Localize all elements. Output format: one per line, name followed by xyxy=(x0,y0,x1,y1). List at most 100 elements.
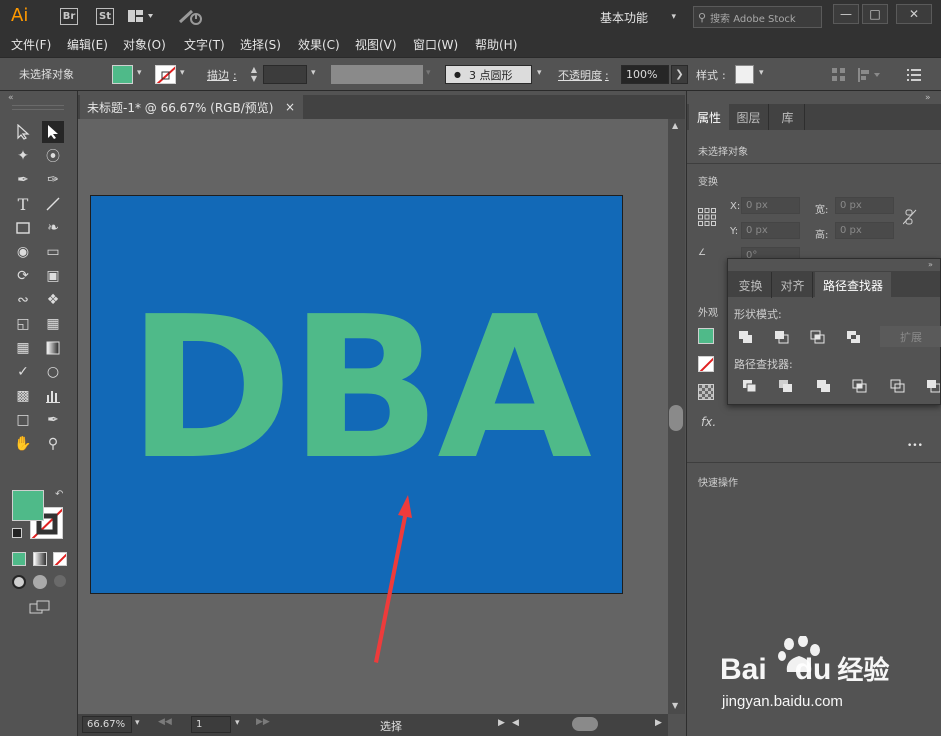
first-artboard-icon[interactable]: ◀◀ xyxy=(158,717,172,727)
draw-behind-icon[interactable] xyxy=(33,575,47,589)
rectangle-tool-icon[interactable] xyxy=(12,217,34,239)
opacity-label[interactable]: 不透明度: xyxy=(558,67,609,83)
puppet-warp-tool-icon[interactable]: ❖ xyxy=(42,289,64,311)
default-colors-icon[interactable] xyxy=(12,528,22,538)
menu-edit[interactable]: 编辑(E) xyxy=(67,36,108,54)
none-mode-button[interactable] xyxy=(53,552,67,566)
eyedropper-tool-icon[interactable]: ✓ xyxy=(12,361,34,383)
menu-object[interactable]: 对象(O) xyxy=(123,36,166,54)
menu-window[interactable]: 窗口(W) xyxy=(413,36,458,54)
menu-view[interactable]: 视图(V) xyxy=(355,36,397,54)
lasso-tool-icon[interactable]: ⦿ xyxy=(42,145,64,167)
appearance-stroke-swatch[interactable] xyxy=(698,356,714,372)
close-window-button[interactable]: ✕ xyxy=(896,4,932,24)
symbol-sprayer-tool-icon[interactable]: ▩ xyxy=(12,385,34,407)
scroll-left-icon[interactable]: ◀ xyxy=(512,718,519,728)
type-tool-icon[interactable]: T xyxy=(12,193,34,215)
panel-collapse-icon[interactable]: » xyxy=(925,93,931,103)
arrange-documents-icon[interactable] xyxy=(128,9,158,25)
fill-swatch[interactable] xyxy=(112,65,133,84)
menu-effect[interactable]: 效果(C) xyxy=(298,36,340,54)
horizontal-scroll-thumb[interactable] xyxy=(572,717,598,731)
artboard[interactable]: DBA xyxy=(90,195,623,594)
zoom-tool-icon[interactable]: ⚲ xyxy=(42,433,64,455)
fill-color-box-front[interactable] xyxy=(12,490,44,521)
gpu-performance-icon[interactable] xyxy=(178,8,204,26)
tab-libraries[interactable]: 库 xyxy=(771,104,805,130)
status-menu-icon[interactable]: ▶ xyxy=(498,718,505,728)
artboard-text-dba[interactable]: DBA xyxy=(91,289,622,489)
width-input[interactable]: 0 px xyxy=(835,197,894,214)
blend-tool-icon[interactable]: ○ xyxy=(42,361,64,383)
constrain-proportions-icon[interactable] xyxy=(902,209,917,225)
document-tab[interactable]: 未标题-1* @ 66.67% (RGB/预览) × xyxy=(80,95,303,119)
opacity-expand-button[interactable]: ❯ xyxy=(671,65,688,84)
height-input[interactable]: 0 px xyxy=(835,222,894,239)
scroll-down-icon[interactable]: ▼ xyxy=(672,701,678,710)
tab-pathfinder[interactable]: 路径查找器 xyxy=(815,272,891,298)
tab-layers[interactable]: 图层 xyxy=(729,104,769,130)
opacity-input[interactable]: 100% xyxy=(621,65,669,84)
paintbrush-tool-icon[interactable]: ❧ xyxy=(42,217,64,239)
more-options-icon[interactable]: ••• xyxy=(907,441,923,451)
reference-point-icon[interactable] xyxy=(698,208,716,226)
profile-dropdown-icon[interactable]: ▾ xyxy=(426,68,431,78)
stock-button[interactable]: St xyxy=(96,8,114,25)
minus-back-icon[interactable] xyxy=(926,379,940,393)
stock-search-input[interactable]: ⚲ 搜索 Adobe Stock xyxy=(693,6,822,28)
menu-file[interactable]: 文件(F) xyxy=(11,36,51,54)
maximize-button[interactable]: □ xyxy=(862,4,888,24)
appearance-opacity-icon[interactable] xyxy=(698,384,714,400)
width-tool-icon[interactable]: ∾ xyxy=(12,289,34,311)
trim-icon[interactable] xyxy=(778,379,794,393)
workspace-switcher[interactable]: 基本功能 ▾ xyxy=(600,8,676,26)
zoom-level-input[interactable]: 66.67% xyxy=(82,716,132,733)
scroll-up-icon[interactable]: ▲ xyxy=(672,121,678,130)
brush-definition-select[interactable]: ● 3 点圆形 xyxy=(445,65,532,84)
screen-mode-icon[interactable] xyxy=(29,600,51,614)
crop-icon[interactable] xyxy=(852,379,868,393)
zoom-dropdown-icon[interactable]: ▾ xyxy=(135,718,140,728)
x-input[interactable]: 0 px xyxy=(741,197,800,214)
align-options-icon[interactable] xyxy=(858,68,888,82)
menu-select[interactable]: 选择(S) xyxy=(240,36,281,54)
stroke-swatch[interactable] xyxy=(155,65,176,84)
scale-tool-icon[interactable]: ▣ xyxy=(42,265,64,287)
tab-properties[interactable]: 属性 xyxy=(689,104,729,130)
brush-dropdown-icon[interactable]: ▾ xyxy=(537,68,542,78)
variable-width-profile[interactable] xyxy=(331,65,423,84)
free-transform-tool-icon[interactable]: ◱ xyxy=(12,313,34,335)
artboard-dropdown-icon[interactable]: ▾ xyxy=(235,718,240,728)
tab-align[interactable]: 对齐 xyxy=(773,272,813,298)
color-mode-button[interactable] xyxy=(12,552,26,566)
slice-tool-icon[interactable]: ✒ xyxy=(42,409,64,431)
graphic-style-swatch[interactable] xyxy=(735,65,754,84)
fill-dropdown-icon[interactable]: ▾ xyxy=(137,68,142,78)
magic-wand-tool-icon[interactable]: ✦ xyxy=(12,145,34,167)
intersect-icon[interactable] xyxy=(810,330,826,344)
gradient-mode-button[interactable] xyxy=(33,552,47,566)
artboard-tool-icon[interactable]: □ xyxy=(12,409,34,431)
direct-selection-tool-icon[interactable] xyxy=(42,121,64,143)
fx-icon[interactable]: fx. xyxy=(701,415,716,429)
scroll-right-icon[interactable]: ▶ xyxy=(655,718,662,728)
panel-menu-icon[interactable] xyxy=(907,69,921,81)
merge-icon[interactable] xyxy=(816,379,832,393)
column-graph-tool-icon[interactable] xyxy=(42,385,64,407)
y-input[interactable]: 0 px xyxy=(741,222,800,239)
outline-icon[interactable] xyxy=(890,379,906,393)
shaper-tool-icon[interactable]: ◉ xyxy=(12,241,34,263)
draw-inside-icon[interactable] xyxy=(54,575,66,587)
unite-icon[interactable] xyxy=(738,330,754,344)
exclude-icon[interactable] xyxy=(846,330,862,344)
perspective-grid-tool-icon[interactable]: ▦ xyxy=(42,313,64,335)
appearance-fill-swatch[interactable] xyxy=(698,328,714,344)
mesh-tool-icon[interactable]: ▦ xyxy=(12,337,34,359)
menu-help[interactable]: 帮助(H) xyxy=(475,36,517,54)
vertical-scrollbar[interactable]: ▲ ▼ xyxy=(668,119,685,714)
stroke-weight-stepper[interactable]: ▲ ▼ xyxy=(247,65,261,84)
align-grid-icon[interactable] xyxy=(832,68,846,82)
menu-type[interactable]: 文字(T) xyxy=(184,36,225,54)
pen-tool-icon[interactable]: ✒ xyxy=(12,169,34,191)
selection-tool-icon[interactable] xyxy=(12,121,34,143)
